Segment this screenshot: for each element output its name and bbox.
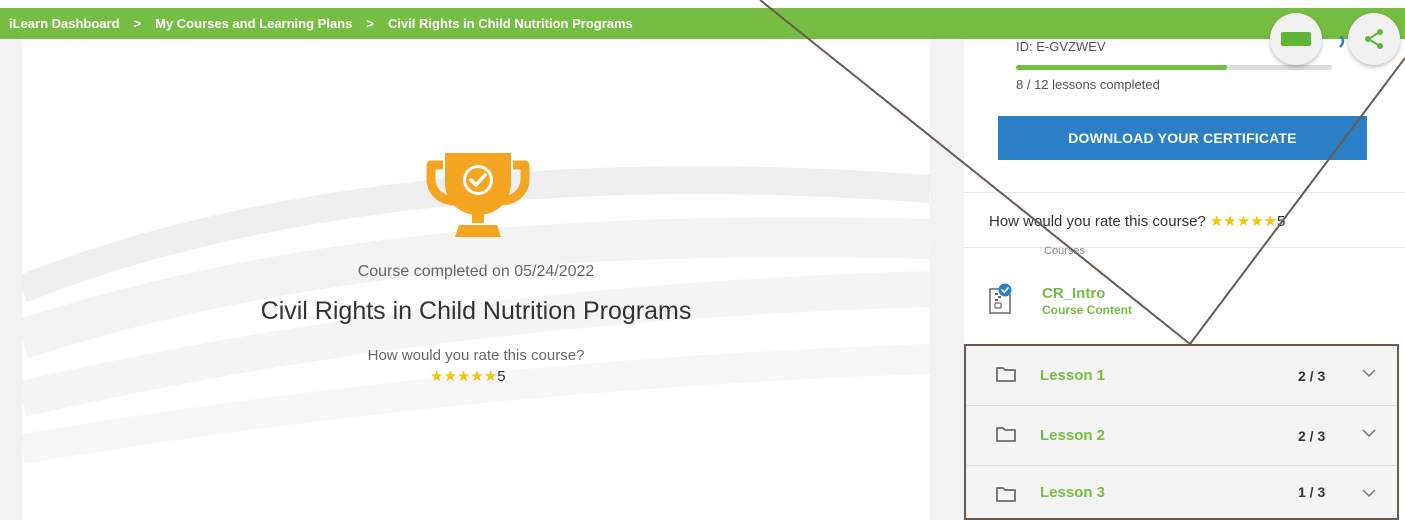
star-icon[interactable]: ★ <box>1250 214 1263 229</box>
courses-section-label: Courses <box>1044 245 1085 255</box>
trophy-check-icon <box>426 153 530 237</box>
star-icon[interactable]: ★ <box>457 369 470 384</box>
chevron-down-icon[interactable] <box>1362 488 1376 498</box>
green-rectangle-icon <box>1281 32 1311 46</box>
side-rate-question: How would you rate this course? <box>989 213 1206 230</box>
course-side-panel: ID: E-GVZWEV 8 / 12 lessons completed DO… <box>964 39 1405 520</box>
lesson-row[interactable]: Lesson 3 1 / 3 <box>966 466 1397 518</box>
rate-question: How would you rate this course? <box>367 347 585 364</box>
progress-bar-fill <box>1016 65 1227 70</box>
course-id: ID: E-GVZWEV <box>1016 39 1106 54</box>
divider <box>964 192 1405 193</box>
star-icon[interactable]: ★ <box>1237 214 1250 229</box>
completion-date: Course completed on 05/24/2022 <box>357 263 595 280</box>
breadcrumb-dashboard-link[interactable]: iLearn Dashboard <box>9 16 120 31</box>
side-star-rating: How would you rate this course? ★ ★ ★ ★ … <box>989 213 1285 230</box>
folder-icon <box>996 427 1016 442</box>
breadcrumb-current-course: Civil Rights in Child Nutrition Programs <box>387 16 633 31</box>
lesson-name: Lesson 2 <box>1040 427 1106 444</box>
lesson-row[interactable]: Lesson 1 2 / 3 <box>966 346 1397 405</box>
chevron-down-icon[interactable] <box>1362 368 1376 378</box>
course-completion-panel: Course completed on 05/24/2022 Civil Rig… <box>22 39 930 520</box>
chevron-down-icon[interactable] <box>1362 428 1376 438</box>
breadcrumb-separator: > <box>133 16 142 31</box>
star-icon[interactable]: ★ <box>1264 214 1277 229</box>
progress-bar <box>1016 65 1332 70</box>
lessons-completed-text: 8 / 12 lessons completed <box>1016 77 1160 92</box>
lessons-list: Lesson 1 2 / 3 Lesson 2 2 / 3 Lesson 3 1… <box>964 344 1399 520</box>
lesson-row[interactable]: Lesson 2 2 / 3 <box>966 406 1397 465</box>
star-icon[interactable]: ★ <box>470 369 483 384</box>
breadcrumb-separator: > <box>366 16 374 31</box>
divider <box>964 247 1405 248</box>
course-title: Civil Rights in Child Nutrition Programs <box>260 297 692 325</box>
folder-icon <box>996 367 1016 382</box>
breadcrumb-my-courses-link[interactable]: My Courses and Learning Plans <box>155 16 352 31</box>
zip-file-check-icon <box>989 283 1012 314</box>
star-icon[interactable]: ★ <box>1223 214 1236 229</box>
download-certificate-button[interactable]: DOWNLOAD YOUR CERTIFICATE <box>998 116 1367 160</box>
info-partial-icon <box>1339 35 1345 48</box>
share-icon <box>1365 29 1383 49</box>
lesson-count: 2 / 3 <box>1298 427 1326 444</box>
floating-action-button[interactable] <box>1270 13 1322 65</box>
folder-icon <box>996 487 1016 502</box>
panel-gutter <box>930 39 964 520</box>
star-icon[interactable]: ★ <box>484 369 497 384</box>
course-content-subtitle: Course Content <box>1042 303 1132 317</box>
share-button[interactable] <box>1348 13 1400 65</box>
lesson-count: 2 / 3 <box>1298 367 1326 384</box>
star-icon[interactable]: ★ <box>430 369 443 384</box>
left-gutter <box>0 39 22 520</box>
breadcrumb: iLearn Dashboard > My Courses and Learni… <box>0 8 1405 39</box>
lesson-count: 1 / 3 <box>1298 484 1326 500</box>
lesson-name: Lesson 1 <box>1040 367 1106 384</box>
star-rating: ★ ★ ★ ★ ★ 5 <box>430 368 506 385</box>
star-icon[interactable]: ★ <box>443 369 456 384</box>
lesson-name: Lesson 3 <box>1040 483 1106 501</box>
side-rating-value: 5 <box>1277 213 1286 230</box>
rating-value: 5 <box>497 368 506 385</box>
star-icon[interactable]: ★ <box>1210 214 1223 229</box>
course-content-link[interactable]: CR_Intro <box>1042 285 1105 302</box>
